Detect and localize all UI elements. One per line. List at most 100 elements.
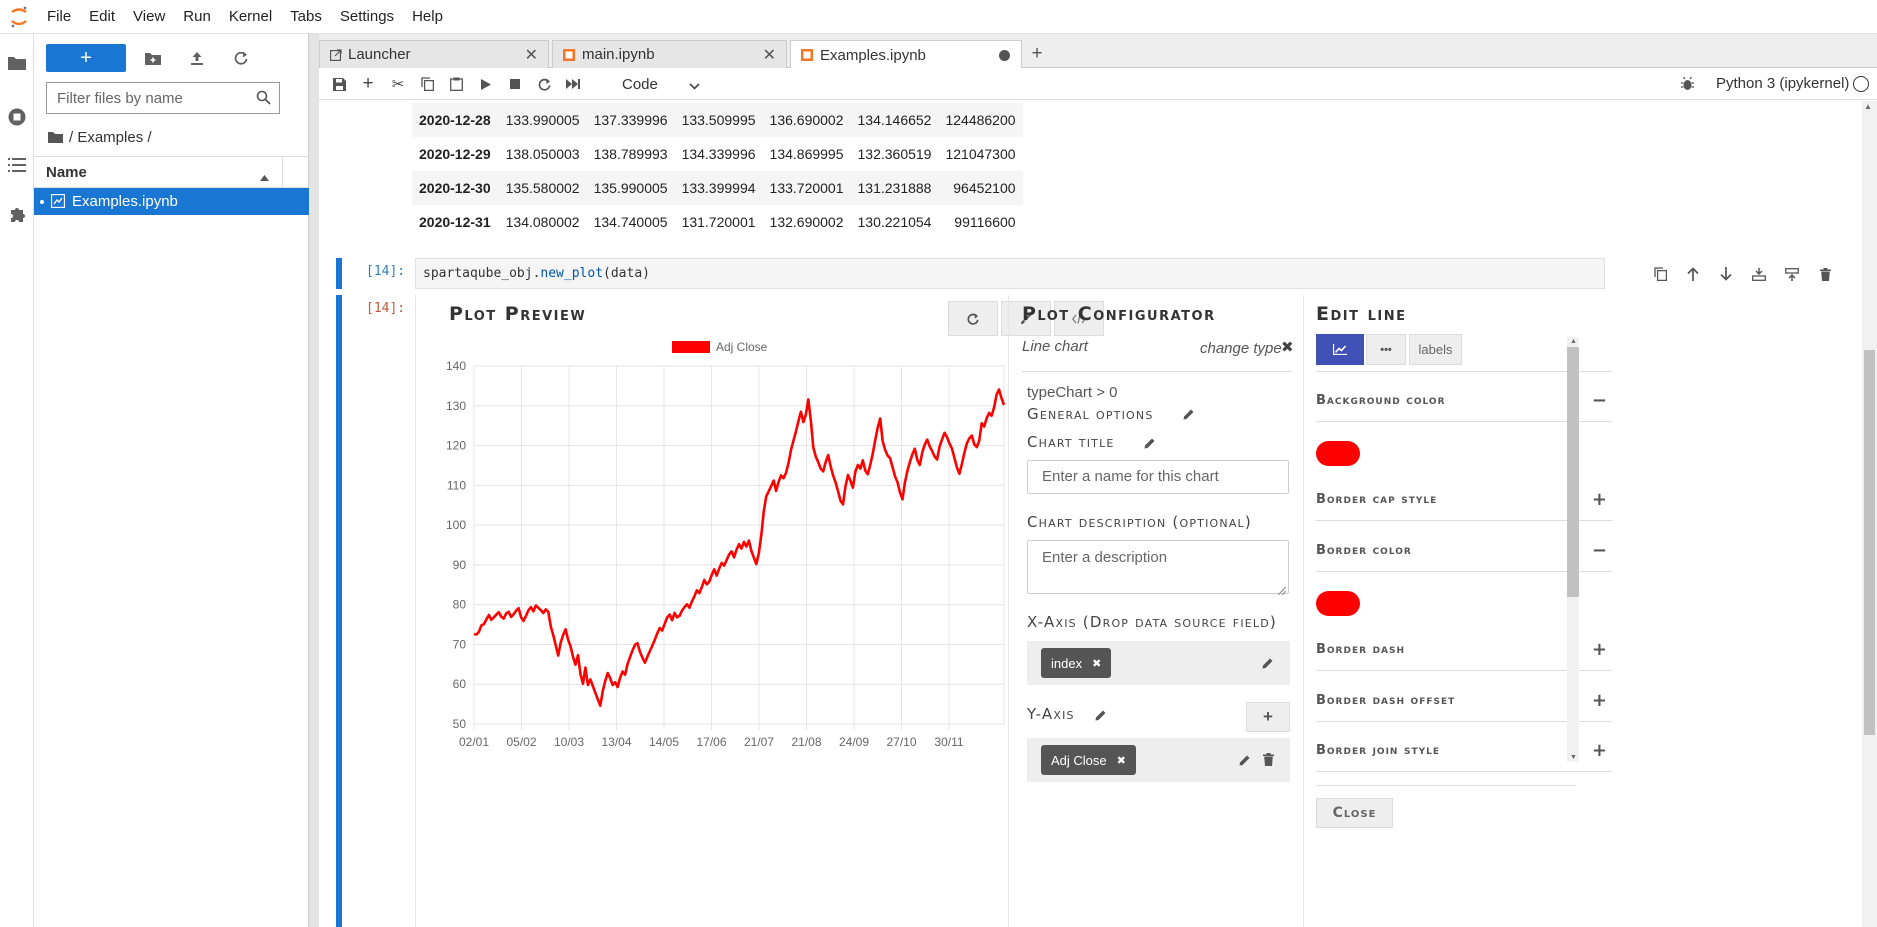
menu-help[interactable]: Help [403,0,452,34]
fast-forward-icon[interactable] [561,72,585,96]
file-filter-input[interactable] [47,83,247,113]
tab-label[interactable]: Launcher [348,46,411,63]
insert-below-icon[interactable] [1747,262,1771,286]
chart-description-input[interactable]: Enter a description [1027,540,1289,594]
menu-kernel[interactable]: Kernel [220,0,281,34]
expand-icon[interactable]: + [1592,639,1608,660]
remove-icon[interactable]: ✖ [1092,657,1101,670]
scroll-down-icon[interactable]: ▼ [1570,754,1577,761]
unsaved-dot-icon[interactable] [999,50,1010,61]
border-color-swatch[interactable] [1316,591,1360,616]
delete-cell-icon[interactable] [1813,262,1837,286]
collapse-icon[interactable]: − [1592,540,1608,561]
chart-title-input[interactable]: Enter a name for this chart [1027,460,1289,494]
refresh-icon[interactable] [226,44,256,72]
xaxis-drop-zone[interactable]: index ✖ [1027,641,1290,685]
xaxis-label: X-Axis (Drop data source field) [1027,613,1277,631]
menu-file[interactable]: File [38,0,80,34]
close-button[interactable]: Close [1316,798,1393,828]
edit-yaxis-field-icon[interactable] [1239,754,1251,769]
edit-panel-scrollbar[interactable]: ▲ ▼ [1567,337,1579,762]
menu-edit[interactable]: Edit [80,0,124,34]
yaxis-drop-zone[interactable]: Adj Close ✖ [1027,738,1290,782]
close-icon[interactable]: ✕ [525,45,538,65]
collapse-icon[interactable]: − [1592,390,1608,411]
folder-icon[interactable] [48,131,63,143]
extensions-icon[interactable] [0,196,34,232]
save-icon[interactable] [327,72,351,96]
y-tick-label: 80 [453,598,467,612]
sort-caret-icon[interactable] [260,169,269,184]
cut-icon[interactable]: ✂ [386,72,410,96]
line-chart[interactable]: Adj Close 50 60 70 80 90 100 110 120 130 140 02/01 0… [436,333,1026,753]
labels-tab[interactable]: labels [1409,334,1462,365]
cell-type-value[interactable]: Code [622,76,658,93]
more-options-tab[interactable]: ••• [1366,334,1406,365]
menu-run[interactable]: Run [174,0,220,34]
new-launcher-button[interactable]: + [46,44,126,72]
refresh-plot-button[interactable] [948,301,998,336]
tab-label[interactable]: main.ipynb [582,46,655,63]
remove-icon[interactable]: ✖ [1117,754,1126,767]
file-filter-field[interactable] [46,82,280,114]
scroll-up-icon[interactable]: ▲ [1864,102,1872,111]
run-icon[interactable] [474,72,498,96]
active-cell-bar[interactable] [336,258,342,289]
restart-icon[interactable] [532,72,556,96]
expand-icon[interactable]: + [1592,690,1608,711]
edit-general-options-icon[interactable] [1183,408,1195,423]
table-of-contents-icon[interactable] [0,147,34,183]
xaxis-field-chip[interactable]: index ✖ [1041,648,1112,678]
insert-above-icon[interactable] [1780,262,1804,286]
edit-chart-title-icon[interactable] [1144,437,1156,452]
move-down-icon[interactable] [1714,262,1738,286]
notebook-scrollbar-thumb[interactable] [1864,350,1875,735]
expand-icon[interactable]: + [1592,740,1608,761]
code-editor[interactable]: spartaqube_obj.new_plot(data) [415,258,1605,289]
file-name[interactable]: Examples.ipynb [72,193,178,210]
add-tab-button[interactable]: + [1025,40,1049,67]
expand-icon[interactable]: + [1592,489,1608,510]
paste-icon[interactable] [444,72,468,96]
cell-type-select[interactable]: Code [622,73,710,95]
background-color-swatch[interactable] [1316,441,1360,466]
resize-handle-icon[interactable] [1277,583,1287,598]
output-cell-bar[interactable] [336,295,342,927]
panel-splitter[interactable] [309,34,319,927]
close-icon[interactable]: ✕ [763,45,776,65]
folder-icon[interactable] [0,44,34,80]
duplicate-cell-icon[interactable] [1648,262,1672,286]
close-icon[interactable]: ✖ [1281,338,1294,356]
tab-label[interactable]: Examples.ipynb [820,47,926,64]
add-yaxis-button[interactable]: + [1246,702,1290,732]
delete-yaxis-field-icon[interactable] [1263,753,1274,769]
move-up-icon[interactable] [1681,262,1705,286]
breadcrumb-path[interactable]: / Examples / [69,129,152,146]
scrollbar-thumb[interactable] [1567,347,1579,597]
tab-launcher[interactable]: Launcher ✕ [319,40,549,68]
new-folder-icon[interactable] [138,44,168,72]
edit-xaxis-icon[interactable] [1262,657,1274,672]
running-kernels-icon[interactable] [0,99,34,135]
kernel-name[interactable]: Python 3 (ipykernel) [1716,75,1849,92]
edit-yaxis-icon[interactable] [1095,709,1107,724]
scroll-up-icon[interactable]: ▲ [1570,338,1577,345]
copy-icon[interactable] [415,72,439,96]
debugger-bug-icon[interactable] [1681,76,1694,94]
chart-description-label: Chart description (optional) [1027,513,1252,531]
upload-icon[interactable] [182,44,212,72]
column-name-header[interactable]: Name [46,164,87,181]
line-style-tab[interactable] [1316,334,1364,365]
tab-main-notebook[interactable]: main.ipynb ✕ [552,40,787,68]
menu-view[interactable]: View [124,0,174,34]
yaxis-field-chip[interactable]: Adj Close ✖ [1041,745,1136,775]
file-row[interactable]: Examples.ipynb [34,188,309,215]
stop-icon[interactable] [503,72,527,96]
menu-tabs[interactable]: Tabs [281,0,331,34]
menu-settings[interactable]: Settings [331,0,403,34]
change-type-link[interactable]: change type [1200,340,1282,357]
insert-cell-icon[interactable]: + [356,72,380,96]
tab-examples-notebook[interactable]: Examples.ipynb [790,40,1022,69]
breadcrumb[interactable]: / Examples / [48,124,152,150]
chevron-down-icon[interactable] [689,77,700,94]
